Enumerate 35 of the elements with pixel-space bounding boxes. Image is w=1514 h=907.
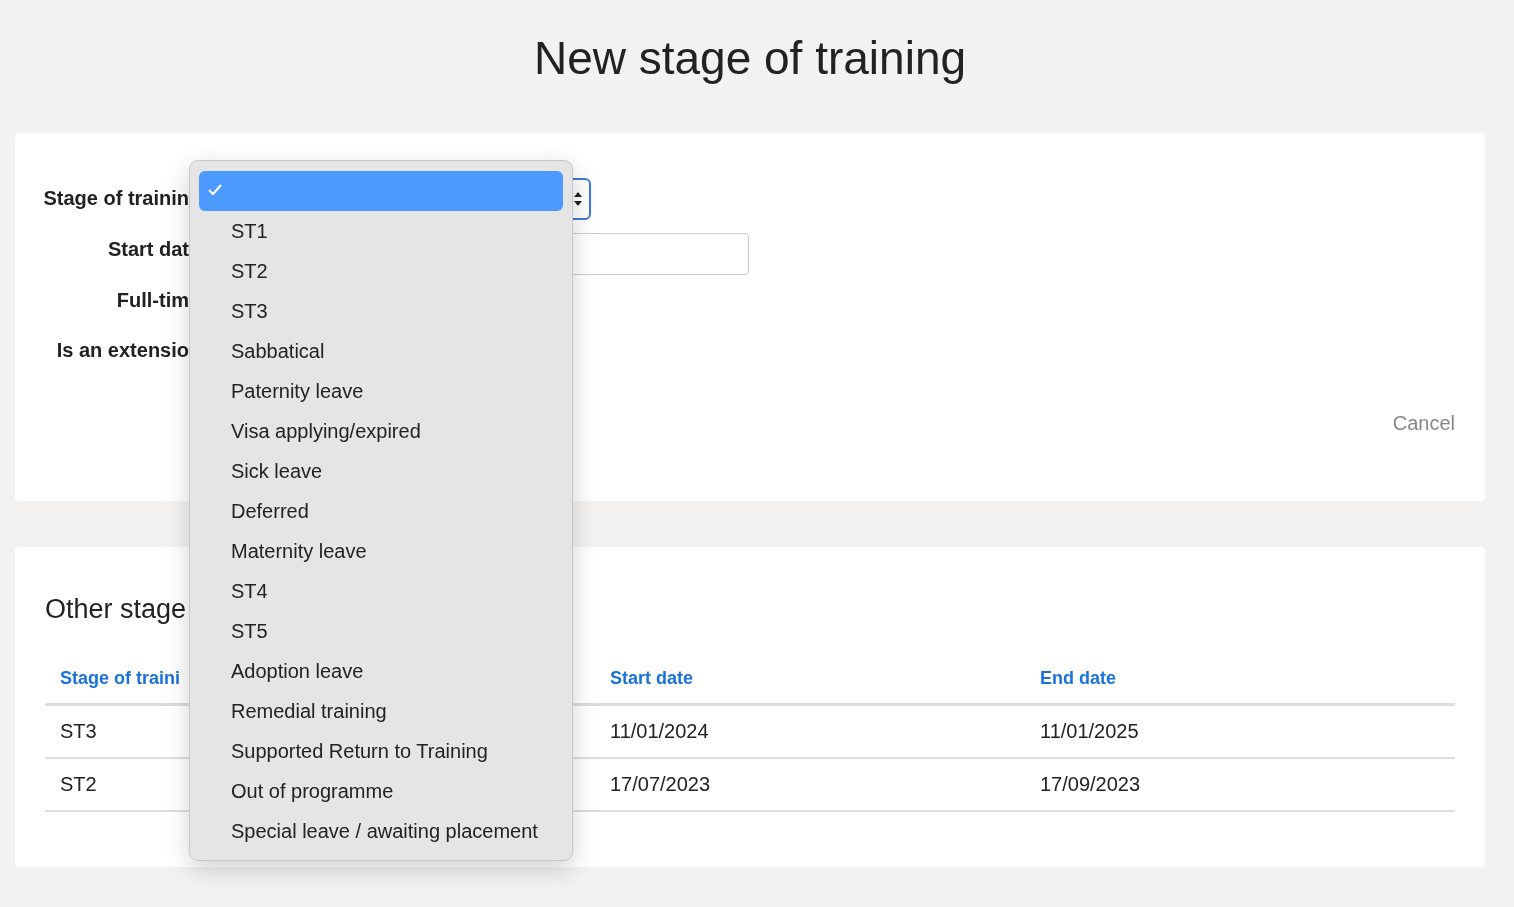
column-header[interactable]: Stage of traini: [60, 667, 180, 689]
column-header[interactable]: Start date: [610, 667, 694, 689]
dropdown-option[interactable]: ST5: [199, 611, 563, 651]
page-title: New stage of training: [532, 31, 968, 86]
dropdown-option[interactable]: Remedial training: [199, 691, 563, 731]
checkmark-icon: [207, 183, 223, 197]
dropdown-option[interactable]: Supported Return to Training: [199, 731, 563, 771]
column-header[interactable]: End date: [1040, 667, 1116, 689]
dropdown-option[interactable]: Deferred: [199, 491, 563, 531]
dropdown-option[interactable]: Out of programme: [199, 771, 563, 811]
table-cell: ST2: [60, 773, 97, 796]
dropdown-option[interactable]: Sick leave: [199, 451, 563, 491]
field-label: Full-tim: [115, 288, 189, 312]
field-label: Stage of trainin: [42, 187, 189, 210]
dropdown-option[interactable]: ST1: [199, 211, 563, 251]
dropdown-option[interactable]: Sabbatical: [199, 331, 563, 371]
section-title: Other stage: [45, 593, 187, 626]
dropdown-option[interactable]: Maternity leave: [199, 531, 563, 571]
up-down-arrows-icon: [573, 190, 583, 207]
table-cell: ST3: [60, 720, 97, 743]
dropdown-option[interactable]: Visa applying/expired: [199, 411, 563, 451]
dropdown-option[interactable]: Paternity leave: [199, 371, 563, 411]
cancel-link[interactable]: Cancel: [1392, 412, 1455, 435]
table-cell: 11/01/2024: [610, 720, 709, 743]
field-label: Start dat: [106, 238, 189, 261]
dropdown-option[interactable]: Adoption leave: [199, 651, 563, 691]
field-label: Is an extensio: [55, 339, 189, 362]
table-cell: 17/09/2023: [1040, 773, 1141, 796]
dropdown-option[interactable]: Special leave / awaiting placement: [199, 811, 563, 851]
table-cell: 11/01/2025: [1040, 720, 1139, 743]
table-cell: 17/07/2023: [610, 773, 711, 796]
dropdown-option[interactable]: [199, 171, 563, 211]
dropdown-option[interactable]: ST2: [199, 251, 563, 291]
dropdown-option[interactable]: ST3: [199, 291, 563, 331]
dropdown-option[interactable]: ST4: [199, 571, 563, 611]
